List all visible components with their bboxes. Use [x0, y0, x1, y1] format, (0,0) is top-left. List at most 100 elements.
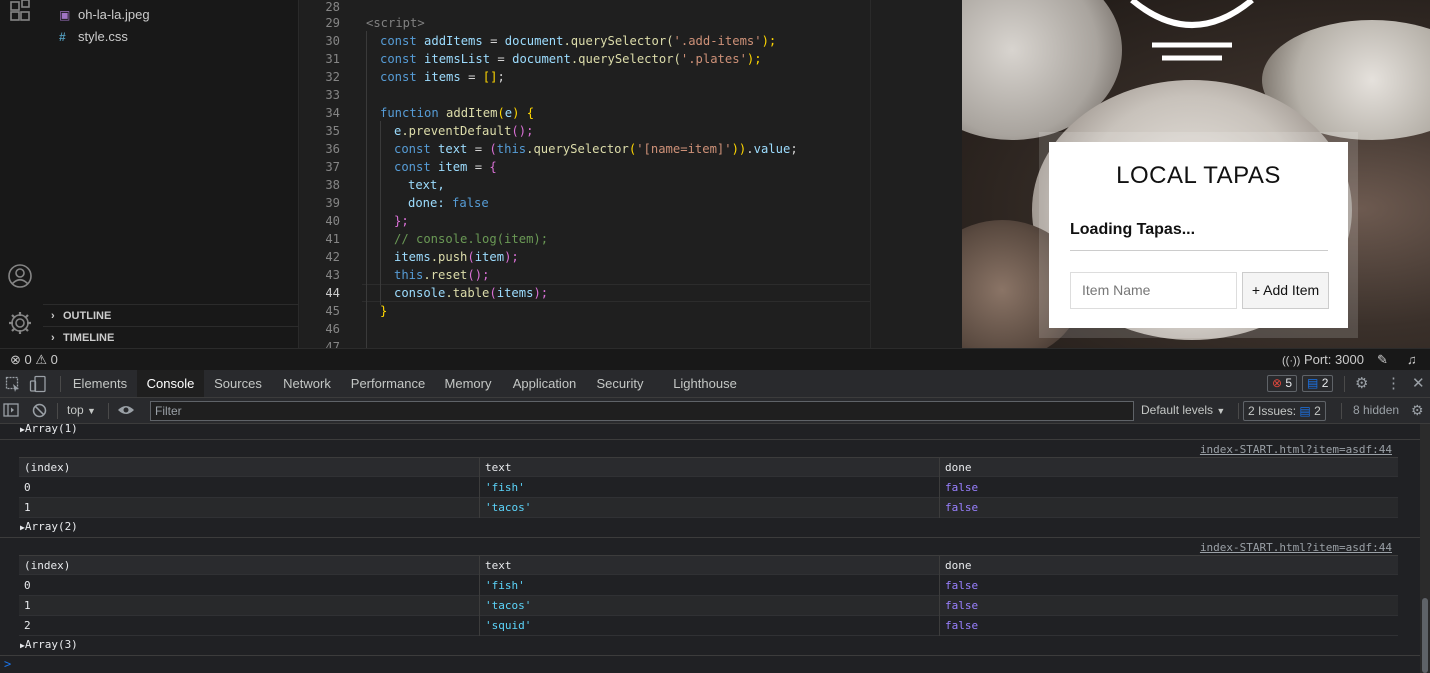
error-badge[interactable]: ⊗ 5 [1267, 375, 1298, 392]
divider [1341, 403, 1342, 419]
code-text: const text = (this.querySelector('[name=… [394, 142, 798, 156]
code-text: done: false [408, 196, 489, 210]
done-cell: false [939, 478, 1398, 498]
done-cell: false [939, 596, 1398, 616]
outline-section[interactable]: › OUTLINE [43, 304, 299, 326]
index-cell: 0 [24, 481, 31, 494]
line-number: 33 [325, 88, 340, 102]
more-menu-icon[interactable]: ⋮ [1386, 370, 1401, 397]
tab-elements[interactable]: Elements [67, 370, 133, 397]
eye-icon[interactable] [117, 404, 135, 416]
code-line: 41 // console.log(item); [300, 230, 870, 248]
text-cell: 'fish' [479, 478, 940, 498]
code-text: const items = []; [380, 70, 505, 84]
account-icon[interactable] [7, 263, 33, 289]
issues-button[interactable]: 2 Issues: ▤ 2 [1243, 401, 1326, 421]
divider [1070, 250, 1328, 251]
code-line: 33 [300, 86, 870, 104]
text-cell: 'tacos' [479, 596, 940, 616]
line-number: 39 [325, 196, 340, 210]
source-link[interactable]: index-START.html?item=asdf:44 [1200, 443, 1392, 456]
gear-icon[interactable]: ⚙ [1355, 370, 1368, 397]
column-header[interactable]: (index) [19, 556, 480, 576]
chevron-right-icon: › [51, 310, 55, 322]
line-number: 29 [325, 16, 340, 30]
line-number: 37 [325, 160, 340, 174]
minimap[interactable] [870, 0, 962, 348]
code-line: 43 this.reset(); [300, 266, 870, 284]
code-line: 35 e.preventDefault(); [300, 122, 870, 140]
dropdown-arrow-icon: ▼ [1216, 406, 1226, 416]
tab-security[interactable]: Security [591, 370, 649, 397]
message-divider [0, 439, 1420, 440]
close-icon[interactable]: ✕ [1412, 370, 1425, 397]
array-expander[interactable]: ▶Array(3) [20, 638, 78, 651]
tab-memory[interactable]: Memory [439, 370, 497, 397]
problems-indicator[interactable]: ⊗ 0 ⚠ 0 [10, 349, 58, 370]
dropdown-arrow-icon: ▼ [87, 406, 96, 416]
tab-network[interactable]: Network [277, 370, 337, 397]
tab-performance[interactable]: Performance [346, 370, 430, 397]
code-line: 40}; [300, 212, 870, 230]
extensions-icon[interactable] [7, 0, 33, 26]
scrollbar-thumb[interactable] [1422, 598, 1428, 673]
inspect-icon[interactable] [5, 376, 21, 392]
tab-lighthouse[interactable]: Lighthouse [667, 370, 743, 397]
context-selector[interactable]: top ▼ [67, 398, 96, 424]
tab-sources[interactable]: Sources [208, 370, 268, 397]
filter-input[interactable]: Filter [150, 401, 1134, 421]
log-levels-dropdown[interactable]: Default levels ▼ [1141, 398, 1225, 424]
line-number: 40 [325, 214, 340, 228]
image-icon: ▣ [59, 8, 71, 22]
line-number: 43 [325, 268, 340, 282]
line-number: 42 [325, 250, 340, 264]
code-line: 29 <script> [300, 14, 870, 32]
item-name-input[interactable]: Item Name [1070, 272, 1237, 309]
add-item-button[interactable]: + Add Item [1242, 272, 1329, 309]
source-link[interactable]: index-START.html?item=asdf:44 [1200, 541, 1392, 554]
message-icon: ▤ [1307, 376, 1319, 390]
tab-application[interactable]: Application [506, 370, 583, 397]
feedback-icon[interactable]: ✎ [1377, 349, 1388, 370]
line-number: 35 [325, 124, 340, 138]
array-label: Array(1) [24, 422, 78, 435]
tapas-card: LOCAL TAPAS Loading Tapas... Item Name +… [1049, 142, 1348, 328]
divider [57, 403, 58, 419]
index-cell: 2 [24, 619, 31, 632]
console-output[interactable]: ▶Array(1) index-START.html?item=asdf:44 … [0, 422, 1420, 673]
file-name: style.css [78, 29, 128, 44]
line-number: 44 [325, 286, 340, 300]
array-label: Array(3) [24, 638, 78, 651]
error-count: 5 [1285, 376, 1293, 390]
context-label: top [67, 403, 84, 417]
sidebar-toggle-icon[interactable] [3, 403, 19, 417]
console-settings-gear-icon[interactable]: ⚙ [1411, 398, 1424, 423]
file-item-image[interactable]: ▣ oh-la-la.jpeg [43, 4, 299, 26]
message-badge[interactable]: ▤ 2 [1302, 375, 1334, 392]
column-header[interactable]: done [939, 556, 1398, 576]
column-header[interactable]: text [479, 556, 940, 576]
code-editor[interactable]: 28 29 <script> 30 const addItems = documen… [300, 0, 870, 354]
warning-count: 0 [50, 352, 58, 367]
column-header[interactable]: text [479, 458, 940, 478]
console-prompt[interactable]: > [4, 657, 11, 671]
timeline-section[interactable]: › TIMELINE [43, 326, 299, 348]
live-server-port[interactable]: ((·)) Port: 3000 [1282, 349, 1364, 372]
array-expander[interactable]: ▶Array(2) [20, 520, 78, 533]
done-cell: false [939, 576, 1398, 596]
gear-icon[interactable] [7, 310, 33, 336]
column-header[interactable]: done [939, 458, 1398, 478]
column-header[interactable]: (index) [19, 458, 480, 478]
devtools-tab-bar: Elements Console Sources Network Perform… [0, 370, 1430, 398]
divider [60, 376, 61, 392]
code-text: } [380, 304, 388, 318]
bell-icon[interactable]: ♫ [1407, 349, 1417, 370]
tab-console[interactable]: Console [137, 370, 204, 397]
port-label: Port: 3000 [1303, 352, 1364, 367]
device-toolbar-icon[interactable] [29, 375, 47, 393]
array-expander[interactable]: ▶Array(1) [20, 422, 78, 435]
text-cell: 'tacos' [479, 498, 940, 518]
file-item-css[interactable]: # style.css [43, 26, 299, 48]
clear-console-icon[interactable] [32, 403, 47, 418]
explorer-sidebar: ▣ oh-la-la.jpeg # style.css › OUTLINE › TIME… [43, 0, 299, 348]
